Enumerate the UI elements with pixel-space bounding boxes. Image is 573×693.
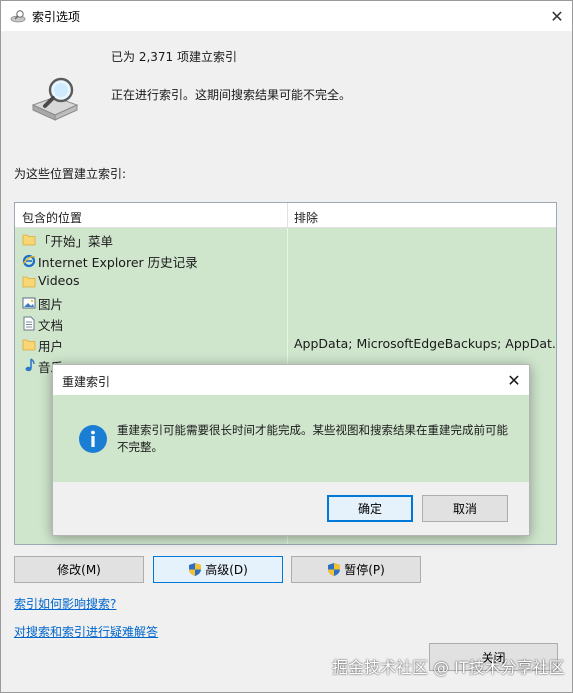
advanced-button-label: 高级(D): [205, 563, 248, 577]
location-name: 图片: [38, 297, 64, 312]
indexing-drive-icon: [31, 77, 79, 121]
folder-icon: [22, 276, 36, 288]
list-header: 包含的位置 排除: [15, 203, 556, 228]
dialog-close-button[interactable]: ✕: [499, 365, 529, 395]
indexing-options-app-icon: [10, 10, 26, 23]
uac-shield-icon: [328, 563, 341, 576]
pause-button-label: 暂停(P): [344, 563, 385, 577]
pause-button[interactable]: 暂停(P): [291, 556, 421, 583]
column-separator[interactable]: [287, 203, 288, 228]
locations-label: 为这些位置建立索引:: [14, 167, 127, 181]
column-header-included[interactable]: 包含的位置: [22, 209, 82, 226]
indexed-count: 已为 2,371 项建立索引: [111, 50, 237, 64]
modify-button-label: 修改(M): [57, 563, 101, 577]
title-bar: 索引选项 ✕: [1, 1, 572, 31]
window-close-button[interactable]: ✕: [542, 1, 572, 31]
list-row-users[interactable]: 用户 AppData; MicrosoftEdgeBackups; AppDat…: [15, 334, 556, 355]
list-row-videos[interactable]: Videos: [15, 271, 556, 292]
rebuild-index-dialog: 重建索引 ✕ 重建索引可能需要很长时间才能完成。某些视图和搜索结果在重建完成前可…: [52, 364, 530, 536]
dialog-footer: 确定 取消: [53, 482, 529, 535]
indexing-options-window: 索引选项 ✕ 已为 2,371 项建立索引 正在进行索引。这期间搜索结果可能不完…: [0, 0, 573, 693]
column-header-excluded[interactable]: 排除: [294, 209, 318, 226]
dialog-ok-button[interactable]: 确定: [327, 495, 413, 522]
list-row-documents[interactable]: 文档: [15, 313, 556, 334]
info-icon: [79, 425, 107, 453]
folder-icon: [22, 234, 36, 246]
dialog-cancel-label: 取消: [452, 502, 477, 516]
pictures-icon: [22, 297, 36, 309]
uac-shield-icon: [189, 563, 202, 576]
dialog-title-bar: 重建索引 ✕: [53, 365, 529, 395]
how-indexing-affects-search-link[interactable]: 索引如何影响搜索?: [14, 595, 116, 612]
dialog-cancel-button[interactable]: 取消: [422, 495, 508, 522]
dialog-body: 重建索引可能需要很长时间才能完成。某些视图和搜索结果在重建完成前可能不完整。: [53, 395, 529, 482]
window-title: 索引选项: [32, 10, 81, 24]
documents-icon: [23, 316, 35, 331]
dialog-title: 重建索引: [62, 375, 111, 389]
modify-button[interactable]: 修改(M): [14, 556, 144, 583]
list-row-start-menu[interactable]: 「开始」菜单: [15, 229, 556, 250]
troubleshoot-search-link[interactable]: 对搜索和索引进行疑难解答: [14, 623, 158, 640]
dialog-ok-label: 确定: [357, 502, 382, 516]
list-row-pictures[interactable]: 图片: [15, 292, 556, 313]
dialog-message: 重建索引可能需要很长时间才能完成。某些视图和搜索结果在重建完成前可能不完整。: [117, 423, 508, 454]
location-exclude: AppData; MicrosoftEdgeBackups; AppDat...: [294, 336, 556, 351]
location-name: 用户: [38, 339, 64, 354]
music-icon: [25, 358, 35, 372]
folder-icon: [22, 339, 36, 351]
location-name: Videos: [38, 273, 80, 288]
location-name: 「开始」菜单: [38, 234, 114, 249]
indexing-status-message: 正在进行索引。这期间搜索结果可能不完全。: [111, 88, 352, 102]
ie-icon: [22, 254, 36, 268]
advanced-button[interactable]: 高级(D): [153, 556, 283, 583]
location-name: 文档: [38, 318, 64, 333]
location-name: Internet Explorer 历史记录: [38, 255, 198, 270]
list-row-ie-history[interactable]: Internet Explorer 历史记录: [15, 250, 556, 271]
watermark-text: 掘金技术社区 @ IT技术分享社区: [332, 658, 565, 677]
